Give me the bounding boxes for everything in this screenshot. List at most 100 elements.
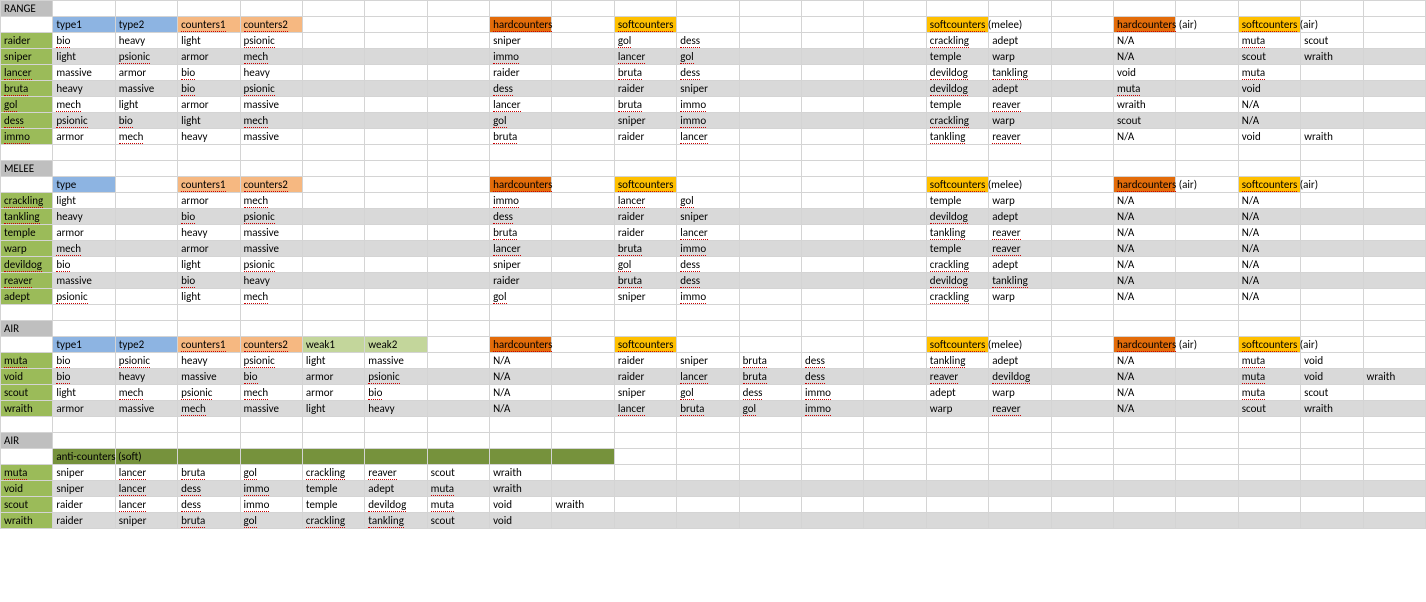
- cell[interactable]: [864, 177, 926, 193]
- cell[interactable]: hardcounters: [490, 177, 552, 193]
- cell[interactable]: [1363, 33, 1425, 49]
- cell[interactable]: armor: [53, 401, 115, 417]
- cell[interactable]: counters1: [178, 337, 240, 353]
- cell[interactable]: [1051, 385, 1113, 401]
- cell[interactable]: mech: [240, 289, 302, 305]
- cell[interactable]: sniper: [490, 33, 552, 49]
- cell[interactable]: immo: [677, 113, 739, 129]
- cell[interactable]: [802, 273, 864, 289]
- cell[interactable]: [926, 1, 988, 17]
- cell[interactable]: [490, 321, 552, 337]
- cell[interactable]: mech: [240, 49, 302, 65]
- cell[interactable]: [864, 449, 926, 465]
- cell[interactable]: [614, 305, 676, 321]
- cell[interactable]: [552, 353, 614, 369]
- cell[interactable]: weak1: [302, 337, 364, 353]
- cell[interactable]: adept: [1, 289, 53, 305]
- cell[interactable]: [1301, 81, 1363, 97]
- cell[interactable]: [1051, 225, 1113, 241]
- cell[interactable]: [1301, 305, 1363, 321]
- cell[interactable]: dess: [490, 209, 552, 225]
- cell[interactable]: scout: [1, 497, 53, 513]
- cell[interactable]: [677, 305, 739, 321]
- cell[interactable]: [614, 161, 676, 177]
- cell[interactable]: softcounters: [614, 337, 676, 353]
- cell[interactable]: [490, 417, 552, 433]
- cell[interactable]: [427, 273, 489, 289]
- cell[interactable]: [1301, 241, 1363, 257]
- cell[interactable]: [552, 401, 614, 417]
- cell[interactable]: [1113, 465, 1175, 481]
- cell[interactable]: void: [1301, 353, 1363, 369]
- cell[interactable]: [1363, 481, 1425, 497]
- cell[interactable]: [1363, 225, 1425, 241]
- cell[interactable]: [552, 385, 614, 401]
- cell[interactable]: tankling: [989, 273, 1051, 289]
- cell[interactable]: [1301, 1, 1363, 17]
- cell[interactable]: [1238, 305, 1300, 321]
- cell[interactable]: massive: [53, 273, 115, 289]
- cell[interactable]: [1238, 465, 1300, 481]
- cell[interactable]: heavy: [178, 225, 240, 241]
- cell[interactable]: [552, 449, 614, 465]
- cell[interactable]: [1301, 209, 1363, 225]
- cell[interactable]: N/A: [1238, 193, 1300, 209]
- cell[interactable]: adept: [989, 257, 1051, 273]
- cell[interactable]: [1113, 145, 1175, 161]
- cell[interactable]: [1176, 129, 1238, 145]
- cell[interactable]: light: [302, 401, 364, 417]
- cell[interactable]: immo: [240, 481, 302, 497]
- cell[interactable]: [1051, 513, 1113, 529]
- cell[interactable]: [1363, 1, 1425, 17]
- cell[interactable]: [1113, 321, 1175, 337]
- cell[interactable]: N/A: [1113, 193, 1175, 209]
- cell[interactable]: muta: [427, 497, 489, 513]
- cell[interactable]: tankling: [926, 129, 988, 145]
- cell[interactable]: armor: [178, 193, 240, 209]
- cell[interactable]: heavy: [115, 369, 177, 385]
- cell[interactable]: [552, 289, 614, 305]
- cell[interactable]: [115, 177, 177, 193]
- cell[interactable]: [739, 321, 801, 337]
- cell[interactable]: [302, 1, 364, 17]
- cell[interactable]: [1363, 129, 1425, 145]
- cell[interactable]: [1176, 481, 1238, 497]
- cell[interactable]: [1363, 401, 1425, 417]
- cell[interactable]: [989, 145, 1051, 161]
- cell[interactable]: muta: [1113, 81, 1175, 97]
- cell[interactable]: [802, 17, 864, 33]
- cell[interactable]: bruta: [614, 65, 676, 81]
- cell[interactable]: [739, 129, 801, 145]
- cell[interactable]: [926, 449, 988, 465]
- cell[interactable]: mech: [115, 385, 177, 401]
- cell[interactable]: [427, 369, 489, 385]
- cell[interactable]: [1051, 273, 1113, 289]
- cell[interactable]: [552, 241, 614, 257]
- cell[interactable]: psionic: [240, 209, 302, 225]
- cell[interactable]: adept: [926, 385, 988, 401]
- cell[interactable]: softcounters (melee): [926, 177, 988, 193]
- cell[interactable]: [926, 465, 988, 481]
- cell[interactable]: dess: [677, 273, 739, 289]
- cell[interactable]: warp: [989, 113, 1051, 129]
- cell[interactable]: psionic: [115, 49, 177, 65]
- cell[interactable]: wraith: [1301, 129, 1363, 145]
- cell[interactable]: gol: [677, 49, 739, 65]
- cell[interactable]: [802, 129, 864, 145]
- cell[interactable]: [864, 257, 926, 273]
- cell[interactable]: N/A: [1113, 241, 1175, 257]
- cell[interactable]: void: [490, 497, 552, 513]
- cell[interactable]: sniper: [53, 465, 115, 481]
- cell[interactable]: [427, 241, 489, 257]
- cell[interactable]: scout: [1113, 113, 1175, 129]
- cell[interactable]: tankling: [926, 225, 988, 241]
- cell[interactable]: [989, 161, 1051, 177]
- cell[interactable]: [739, 81, 801, 97]
- cell[interactable]: [1051, 433, 1113, 449]
- cell[interactable]: [427, 33, 489, 49]
- cell[interactable]: armor: [53, 225, 115, 241]
- cell[interactable]: [1, 337, 53, 353]
- cell[interactable]: hardcounters: [490, 337, 552, 353]
- cell[interactable]: [490, 1, 552, 17]
- cell[interactable]: [1363, 177, 1425, 193]
